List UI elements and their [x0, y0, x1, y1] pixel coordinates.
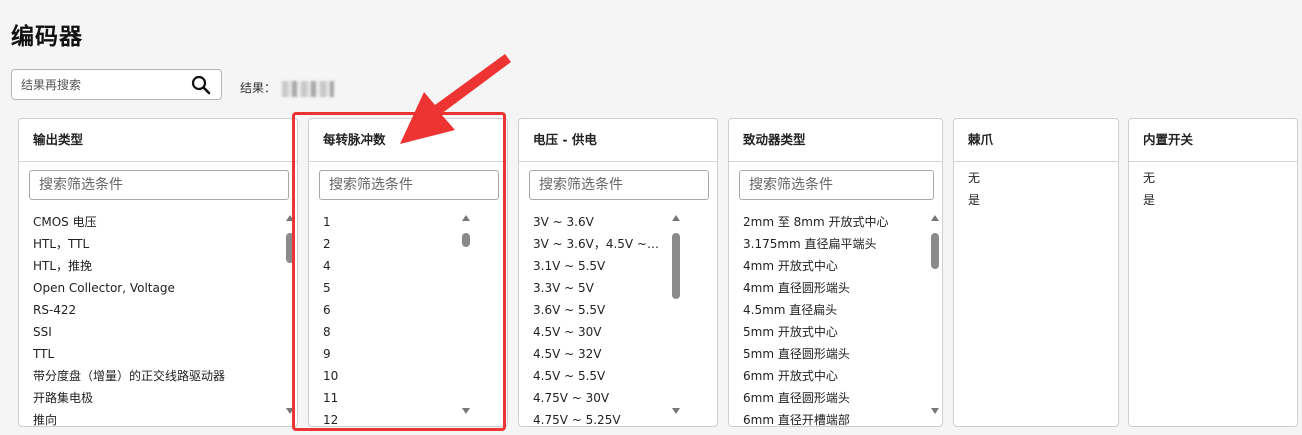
panel-option-list[interactable]: 2mm 至 8mm 开放式中心 3.175mm 直径扁平端头 4mm 开放式中心…: [743, 211, 916, 426]
list-item[interactable]: 5mm 开放式中心: [743, 321, 916, 343]
list-item[interactable]: 4.75V ~ 5.25V: [533, 409, 661, 426]
list-item[interactable]: 3.1V ~ 5.5V: [533, 255, 661, 277]
scroll-up-arrow-icon[interactable]: [286, 215, 294, 221]
scroll-down-arrow-icon[interactable]: [672, 408, 680, 414]
list-item[interactable]: 1: [323, 211, 481, 233]
list-item[interactable]: RS-422: [33, 299, 271, 321]
list-item[interactable]: 5: [323, 277, 481, 299]
list-item[interactable]: 是: [1143, 189, 1271, 211]
scroll-thumb[interactable]: [931, 233, 939, 269]
panel-scrollbar[interactable]: [461, 215, 471, 414]
list-item[interactable]: 12: [323, 409, 481, 426]
filter-panel-detent: 棘爪 无 是: [953, 118, 1119, 427]
list-item[interactable]: 3V ~ 3.6V: [533, 211, 661, 233]
filter-panel-actuator-type: 致动器类型 2mm 至 8mm 开放式中心 3.175mm 直径扁平端头 4mm…: [728, 118, 943, 427]
list-item[interactable]: SSI: [33, 321, 271, 343]
panel-title: 电压 - 供电: [519, 119, 717, 162]
list-item[interactable]: 3.175mm 直径扁平端头: [743, 233, 916, 255]
scroll-thumb[interactable]: [672, 233, 680, 299]
list-item[interactable]: 3V ~ 3.6V，4.5V ~ 5.5V: [533, 233, 661, 255]
results-count: 结果：: [240, 79, 335, 97]
list-item[interactable]: 4.5V ~ 30V: [533, 321, 661, 343]
panel-option-list[interactable]: CMOS 电压 HTL，TTL HTL，推挽 Open Collector, V…: [33, 211, 271, 426]
panel-filter-input[interactable]: [529, 170, 709, 200]
panel-option-list[interactable]: 1 2 4 5 6 8 9 10 11 12: [323, 211, 481, 426]
scroll-up-arrow-icon[interactable]: [931, 215, 939, 221]
list-item[interactable]: 无: [1143, 167, 1271, 189]
scroll-down-arrow-icon[interactable]: [462, 408, 470, 414]
list-item[interactable]: 4mm 直径圆形端头: [743, 277, 916, 299]
list-item[interactable]: 4.5V ~ 32V: [533, 343, 661, 365]
list-item[interactable]: 2: [323, 233, 481, 255]
panel-title: 每转脉冲数: [309, 119, 507, 162]
list-item[interactable]: 11: [323, 387, 481, 409]
list-item[interactable]: 9: [323, 343, 481, 365]
scroll-up-arrow-icon[interactable]: [672, 215, 680, 221]
list-item[interactable]: 8: [323, 321, 481, 343]
panel-option-list[interactable]: 无 是: [1143, 167, 1271, 426]
panel-filter-input[interactable]: [319, 170, 499, 200]
panel-title: 致动器类型: [729, 119, 942, 162]
list-item[interactable]: HTL，TTL: [33, 233, 271, 255]
list-item[interactable]: 4: [323, 255, 481, 277]
panel-title: 输出类型: [19, 119, 297, 162]
scroll-down-arrow-icon[interactable]: [931, 408, 939, 414]
list-item[interactable]: 推向: [33, 409, 271, 426]
list-item[interactable]: CMOS 电压: [33, 211, 271, 233]
list-item[interactable]: 6: [323, 299, 481, 321]
panel-scrollbar[interactable]: [671, 215, 681, 414]
scroll-down-arrow-icon[interactable]: [286, 408, 294, 414]
panel-title: 棘爪: [954, 119, 1118, 162]
panel-title: 内置开关: [1129, 119, 1297, 162]
result-search-box[interactable]: [11, 69, 222, 100]
top-cut-breadcrumb: [10, 0, 270, 2]
results-label: 结果：: [240, 81, 277, 95]
filter-panel-supply-voltage: 电压 - 供电 3V ~ 3.6V 3V ~ 3.6V，4.5V ~ 5.5V …: [518, 118, 718, 427]
scroll-thumb[interactable]: [462, 233, 470, 247]
panel-filter-input[interactable]: [739, 170, 934, 200]
panel-option-list[interactable]: 3V ~ 3.6V 3V ~ 3.6V，4.5V ~ 5.5V 3.1V ~ 5…: [533, 211, 661, 426]
filter-panel-output-type: 输出类型 CMOS 电压 HTL，TTL HTL，推挽 Open Collect…: [18, 118, 298, 427]
list-item[interactable]: 3.3V ~ 5V: [533, 277, 661, 299]
list-item[interactable]: 带分度盘（增量）的正交线路驱动器: [33, 365, 271, 387]
list-item[interactable]: 无: [968, 167, 1092, 189]
list-item[interactable]: 6mm 开放式中心: [743, 365, 916, 387]
list-item[interactable]: 3.6V ~ 5.5V: [533, 299, 661, 321]
page-title: 编码器: [11, 24, 83, 50]
result-search-input[interactable]: [21, 70, 186, 99]
list-item[interactable]: TTL: [33, 343, 271, 365]
list-item[interactable]: 2mm 至 8mm 开放式中心: [743, 211, 916, 233]
list-item[interactable]: HTL，推挽: [33, 255, 271, 277]
list-item[interactable]: 4.5V ~ 5.5V: [533, 365, 661, 387]
panel-option-list[interactable]: 无 是: [968, 167, 1092, 426]
list-item[interactable]: 10: [323, 365, 481, 387]
filter-panel-built-in-switch: 内置开关 无 是: [1128, 118, 1298, 427]
list-item[interactable]: 5mm 直径圆形端头: [743, 343, 916, 365]
scroll-thumb[interactable]: [286, 233, 294, 263]
list-item[interactable]: 开路集电极: [33, 387, 271, 409]
list-item[interactable]: 是: [968, 189, 1092, 211]
scroll-up-arrow-icon[interactable]: [462, 215, 470, 221]
list-item[interactable]: 4mm 开放式中心: [743, 255, 916, 277]
search-icon[interactable]: [191, 75, 211, 95]
panel-filter-input[interactable]: [29, 170, 289, 200]
filter-panel-pulses-per-rev: 每转脉冲数 1 2 4 5 6 8 9 10 11 12: [308, 118, 508, 427]
list-item[interactable]: 6mm 直径开槽端部: [743, 409, 916, 426]
list-item[interactable]: 4.75V ~ 30V: [533, 387, 661, 409]
results-value-blurred: [282, 80, 335, 97]
list-item[interactable]: 6mm 直径圆形端头: [743, 387, 916, 409]
list-item[interactable]: 4.5mm 直径扁头: [743, 299, 916, 321]
list-item[interactable]: Open Collector, Voltage: [33, 277, 271, 299]
panel-scrollbar[interactable]: [930, 215, 940, 414]
panel-scrollbar[interactable]: [285, 215, 295, 414]
